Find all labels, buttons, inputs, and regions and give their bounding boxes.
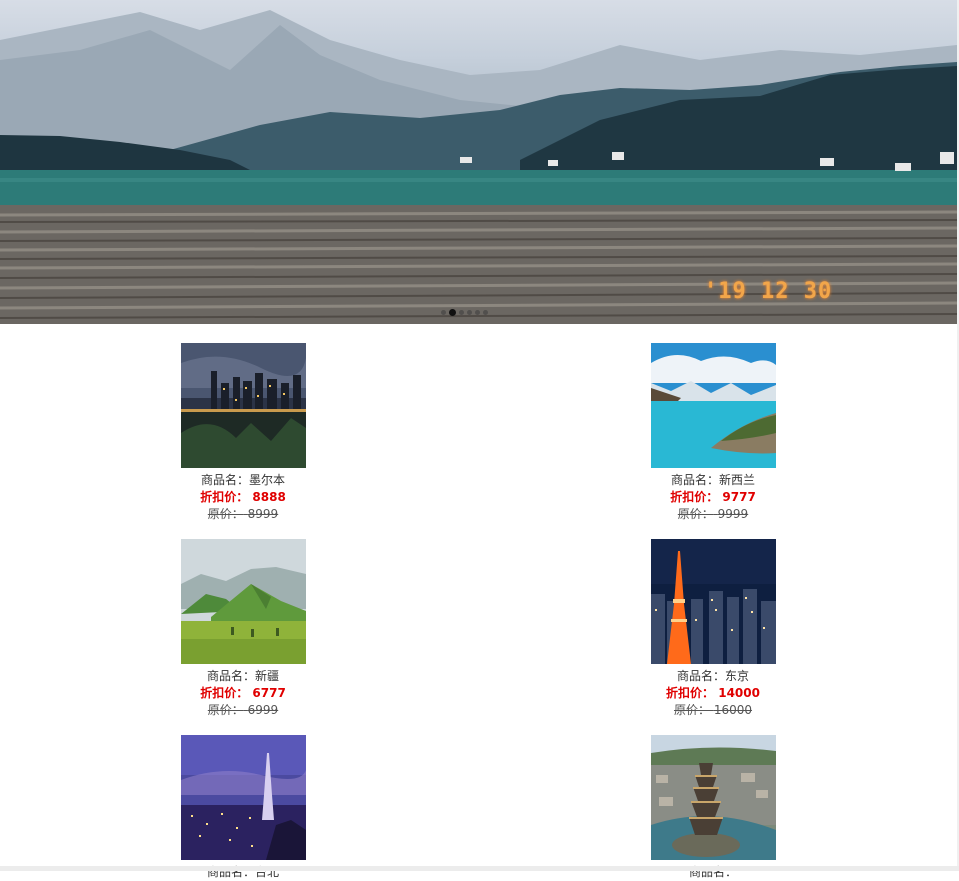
carousel-dot[interactable] [467, 310, 472, 315]
product-name: 商品名：新疆 [206, 669, 280, 683]
product-original-price: 原价： 16000 [673, 703, 753, 717]
photo-date-stamp: '19 12 30 [704, 279, 833, 304]
product-discount-price: 折扣价： 14000 [666, 686, 760, 700]
product-discount-price: 折扣价： 8888 [200, 490, 286, 504]
product-card-pagoda[interactable]: 商品名： [643, 735, 783, 881]
product-discount-price: 折扣价： 6777 [200, 686, 286, 700]
product-original-price: 原价： 6999 [207, 703, 279, 717]
product-discount-price: 折扣价： 9777 [670, 490, 756, 504]
product-thumbnail-tokyo[interactable] [650, 539, 776, 664]
product-card-tokyo[interactable]: 商品名：东京 折扣价： 14000 原价： 16000 [643, 539, 783, 719]
product-thumbnail-melbourne[interactable] [180, 343, 306, 468]
carousel-dot[interactable] [483, 310, 488, 315]
carousel-dot-active[interactable] [449, 309, 456, 316]
product-card-xinjiang[interactable]: 商品名：新疆 折扣价： 6777 原价： 6999 [173, 539, 313, 719]
product-card-taipei[interactable]: 商品名：台北 [173, 735, 313, 881]
product-card-melbourne[interactable]: 商品名：墨尔本 折扣价： 8888 原价： 8999 [173, 343, 313, 523]
product-card-new-zealand[interactable]: 商品名：新西兰 折扣价： 9777 原价： 9999 [643, 343, 783, 523]
banner-carousel[interactable]: '19 12 30 [0, 0, 957, 324]
product-name: 商品名：墨尔本 [200, 473, 286, 487]
product-thumbnail-taipei[interactable] [180, 735, 306, 860]
product-thumbnail-new-zealand[interactable] [650, 343, 776, 468]
carousel-dot[interactable] [459, 310, 464, 315]
product-thumbnail-xinjiang[interactable] [180, 539, 306, 664]
carousel-dot[interactable] [441, 310, 446, 315]
bottom-scroll-edge [0, 866, 959, 871]
product-name: 商品名：新西兰 [670, 473, 756, 487]
product-original-price: 原价： 8999 [207, 507, 279, 521]
carousel-dot[interactable] [475, 310, 480, 315]
carousel-indicators [441, 309, 488, 316]
product-name: 商品名：东京 [676, 669, 750, 683]
banner-landscape-image [0, 10, 957, 324]
product-thumbnail-pagoda[interactable] [650, 735, 776, 860]
product-original-price: 原价： 9999 [677, 507, 749, 521]
